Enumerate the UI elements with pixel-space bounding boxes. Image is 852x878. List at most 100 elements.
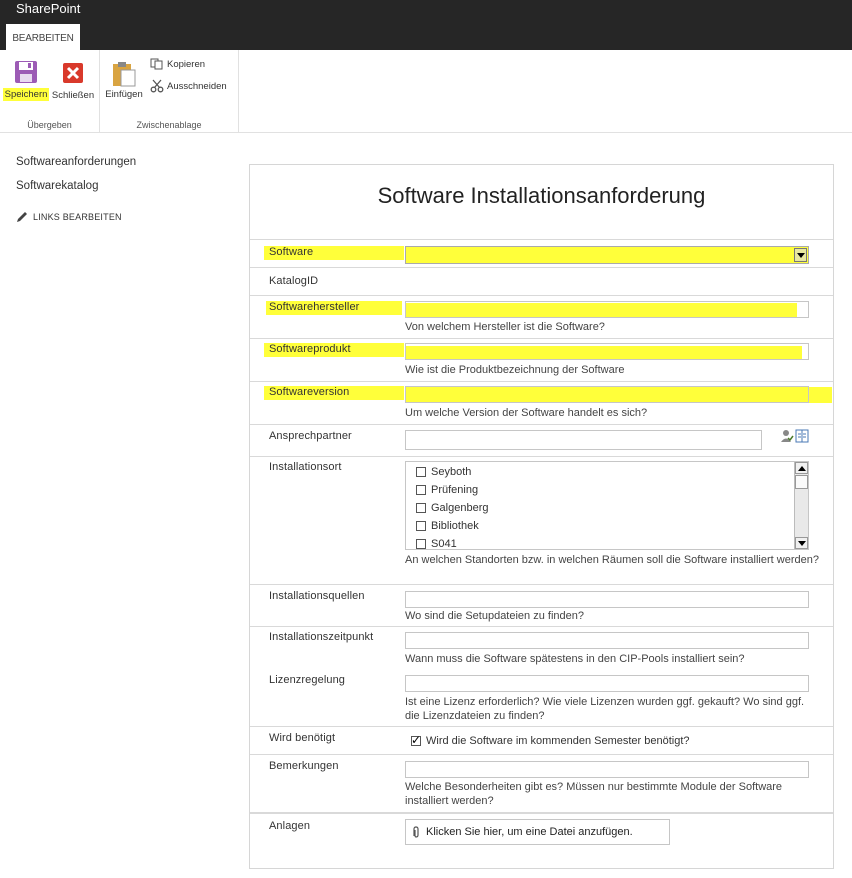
pencil-icon — [17, 212, 27, 222]
scroll-down-icon[interactable] — [795, 537, 808, 549]
desc-installationsort: An welchen Standorten bzw. in welchen Rä… — [405, 554, 819, 566]
option-label: Seyboth — [431, 466, 472, 478]
installationsort-listbox[interactable]: Seyboth Prüfening Galgenberg Bibliothek … — [405, 461, 809, 550]
ansprechpartner-input[interactable] — [405, 430, 762, 450]
scroll-up-icon[interactable] — [795, 462, 808, 474]
option-s041[interactable]: S041 — [416, 537, 457, 551]
label-wird-benoetigt: Wird benötigt — [269, 732, 336, 744]
label-produkt: Softwareprodukt — [269, 343, 351, 355]
row-installationsquellen: Installationsquellen Wo sind die Setupda… — [250, 584, 833, 627]
label-ansprechpartner: Ansprechpartner — [269, 430, 352, 442]
close-icon — [63, 63, 83, 83]
checkbox-seyboth[interactable] — [416, 467, 426, 477]
option-galgenberg[interactable]: Galgenberg — [416, 501, 489, 515]
row-produkt: Softwareprodukt Wie ist die Produktbezei… — [250, 338, 833, 382]
version-input[interactable] — [405, 386, 809, 403]
listbox-scrollbar[interactable] — [794, 462, 808, 549]
edit-links-button[interactable]: LINKS BEARBEITEN — [16, 211, 216, 223]
ribbon: Speichern Schließen Übergeben Einfügen K… — [0, 50, 852, 133]
label-bemerkungen: Bemerkungen — [269, 760, 339, 772]
paperclip-icon — [413, 826, 419, 838]
desc-version: Um welche Version der Software handelt e… — [405, 407, 648, 419]
label-software: Software — [269, 246, 314, 258]
cut-button-label: Ausschneiden — [167, 80, 227, 92]
checkbox-galgenberg[interactable] — [416, 503, 426, 513]
chevron-down-icon[interactable] — [794, 248, 807, 262]
nav-item-softwareanforderungen[interactable]: Softwareanforderungen — [16, 155, 216, 179]
row-bemerkungen: Bemerkungen Welche Besonderheiten gibt e… — [250, 754, 833, 813]
benoetigt-checkbox[interactable] — [411, 733, 421, 747]
label-katalogid: KatalogID — [269, 275, 319, 287]
scroll-thumb[interactable] — [795, 475, 808, 489]
nav-item-softwarekatalog[interactable]: Softwarekatalog — [16, 179, 216, 203]
save-button-label: Speichern — [2, 88, 50, 101]
option-label: S041 — [431, 538, 457, 550]
row-installationszeitpunkt: Installationszeitpunkt Wann muss die Sof… — [250, 626, 833, 727]
row-hersteller: Softwarehersteller Von welchem Herstelle… — [250, 295, 833, 339]
checkbox-bibliothek[interactable] — [416, 521, 426, 531]
row-wird-benoetigt: Wird benötigt Wird die Software im komme… — [250, 726, 833, 755]
label-installationsquellen: Installationsquellen — [269, 590, 365, 602]
desc-bemerkungen: Welche Besonderheiten gibt es? Müssen nu… — [405, 781, 783, 807]
produkt-input[interactable] — [405, 343, 809, 360]
option-seyboth[interactable]: Seyboth — [416, 465, 471, 479]
brand-title[interactable]: SharePoint — [16, 0, 80, 18]
save-icon — [15, 61, 37, 83]
hersteller-input[interactable] — [405, 301, 809, 318]
desc-installationsquellen: Wo sind die Setupdateien zu finden? — [405, 610, 584, 622]
address-book-icon[interactable] — [795, 429, 809, 443]
scissors-icon — [150, 79, 164, 93]
check-names-icon[interactable] — [780, 429, 794, 443]
close-button[interactable]: Schließen — [50, 62, 96, 101]
paste-icon — [113, 62, 136, 87]
copy-button[interactable]: Kopieren — [150, 58, 205, 70]
row-anlagen: Anlagen Klicken Sie hier, um eine Datei … — [250, 812, 833, 854]
option-label: Prüfening — [431, 484, 479, 496]
page-title: Software Installationsanforderung — [377, 183, 706, 208]
checkbox-s041[interactable] — [416, 539, 426, 549]
label-installationszeitpunkt: Installationszeitpunkt — [269, 631, 374, 643]
label-lizenzregelung: Lizenzregelung — [269, 674, 346, 686]
lizenzregelung-input[interactable] — [405, 675, 809, 692]
left-navigation: Softwareanforderungen Softwarekatalog LI… — [16, 155, 216, 223]
desc-hersteller: Von welchem Hersteller ist die Software? — [405, 321, 605, 333]
label-anlagen: Anlagen — [269, 820, 311, 832]
option-pruefening[interactable]: Prüfening — [416, 483, 478, 497]
label-version: Softwareversion — [269, 386, 350, 398]
suite-bar: SharePoint — [0, 0, 852, 20]
option-label: Bibliothek — [431, 520, 479, 532]
group-label-commit: Übergeben — [27, 120, 72, 130]
group-label-clipboard: Zwischenablage — [136, 120, 202, 130]
benoetigt-checkbox-row[interactable]: Wird die Software im kommenden Semester … — [411, 733, 690, 747]
copy-button-label: Kopieren — [167, 58, 206, 70]
desc-lizenzregelung: Ist eine Lizenz erforderlich? Wie viele … — [405, 696, 805, 722]
installationszeitpunkt-input[interactable] — [405, 632, 809, 649]
row-software: Software — [250, 239, 833, 268]
ribbon-tab-strip: BEARBEITEN — [0, 20, 852, 50]
edit-links-label: LINKS BEARBEITEN — [33, 212, 122, 222]
paste-button-label: Einfügen — [105, 89, 143, 100]
installationsquellen-input[interactable] — [405, 591, 809, 608]
label-installationsort: Installationsort — [269, 461, 342, 473]
software-select[interactable] — [405, 246, 809, 264]
option-bibliothek[interactable]: Bibliothek — [416, 519, 479, 533]
row-version: Softwareversion Um welche Version der So… — [250, 381, 833, 425]
row-installationsort: Installationsort Seyboth Prüfening Galge… — [250, 456, 833, 585]
attach-file-button[interactable]: Klicken Sie hier, um eine Datei anzufüge… — [405, 819, 670, 845]
close-button-label: Schließen — [51, 90, 95, 101]
checkbox-pruefening[interactable] — [416, 485, 426, 495]
tab-bearbeiten[interactable]: BEARBEITEN — [6, 24, 80, 50]
label-hersteller: Softwarehersteller — [269, 301, 360, 313]
row-ansprechpartner: Ansprechpartner — [250, 424, 833, 457]
ribbon-group-clipboard: Einfügen Kopieren Ausschneiden Zwischena… — [100, 50, 239, 132]
copy-icon — [150, 58, 163, 70]
row-katalogid: KatalogID — [250, 267, 833, 296]
option-label: Galgenberg — [431, 502, 489, 514]
bemerkungen-input[interactable] — [405, 761, 809, 778]
ribbon-group-commit: Speichern Schließen Übergeben — [0, 50, 100, 132]
benoetigt-checkbox-label: Wird die Software im kommenden Semester … — [426, 735, 690, 747]
cut-button[interactable]: Ausschneiden — [150, 79, 227, 93]
paste-button[interactable]: Einfügen — [104, 60, 144, 100]
save-button[interactable]: Speichern — [2, 60, 50, 101]
desc-produkt: Wie ist die Produktbezeichnung der Softw… — [405, 364, 625, 376]
